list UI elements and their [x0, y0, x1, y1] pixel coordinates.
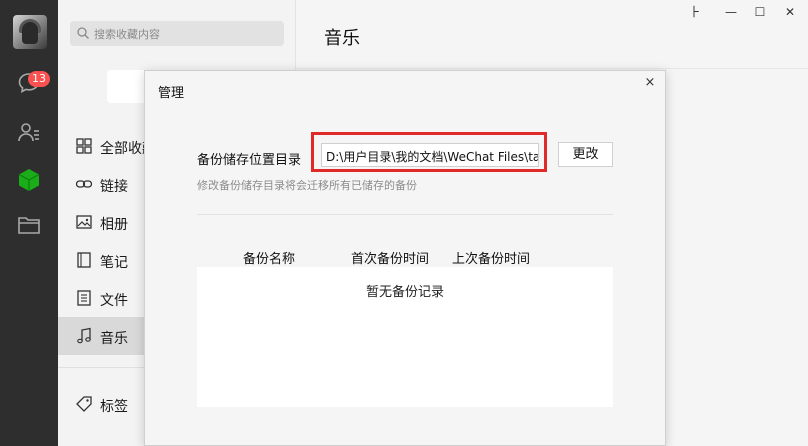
folder-icon[interactable] [16, 212, 42, 238]
sidebar-item-label: 链接 [100, 179, 128, 195]
dialog-title: 管理 [158, 86, 185, 101]
link-icon [75, 175, 93, 193]
note-icon [75, 251, 93, 269]
backup-path-label: 备份储存位置目录 [197, 153, 302, 168]
sidebar-item-label: 音乐 [100, 331, 128, 347]
sidebar-item-label: 笔记 [100, 255, 128, 271]
sidebar-item-label: 文件 [100, 293, 128, 309]
image-icon [75, 213, 93, 231]
file-icon [75, 289, 93, 307]
search-placeholder: 搜索收藏内容 [94, 28, 160, 41]
change-path-button[interactable]: 更改 [558, 142, 613, 167]
column-header-name: 备份名称 [243, 252, 296, 267]
avatar[interactable] [13, 15, 47, 49]
close-window-button[interactable]: ✕ [779, 3, 801, 21]
column-header-first-backup: 首次备份时间 [351, 252, 430, 267]
path-hint: 修改备份储存目录将会迁移所有已储存的备份 [197, 179, 417, 192]
favorites-cube-icon[interactable] [16, 167, 42, 193]
backup-path-field[interactable]: D:\用户目录\我的文档\WeChat Files\tai [321, 143, 539, 167]
maximize-button[interactable]: ☐ [749, 3, 771, 21]
sidebar-item-label: 相册 [100, 217, 128, 233]
app-rail: 13 [0, 0, 58, 446]
minimize-button[interactable]: — [720, 3, 742, 21]
manage-dialog: 管理 × 备份储存位置目录 D:\用户目录\我的文档\WeChat Files\… [144, 70, 666, 446]
search-input[interactable]: 搜索收藏内容 [70, 21, 284, 46]
search-icon [76, 26, 90, 40]
grid-icon [75, 137, 93, 155]
dialog-divider [197, 214, 613, 215]
pin-button[interactable]: ⺊ [684, 3, 706, 21]
empty-state-text: 暂无备份记录 [365, 285, 444, 300]
tag-icon [75, 395, 93, 413]
sidebar-item-label: 标签 [100, 399, 128, 415]
dialog-close-button[interactable]: × [642, 75, 658, 91]
column-header-last-backup: 上次备份时间 [452, 252, 531, 267]
music-icon [75, 327, 93, 345]
page-title: 音乐 [324, 28, 360, 49]
backup-table: 暂无备份记录 [197, 267, 613, 407]
unread-badge: 13 [28, 71, 50, 87]
header-divider [296, 68, 808, 69]
contacts-icon[interactable] [16, 120, 42, 146]
